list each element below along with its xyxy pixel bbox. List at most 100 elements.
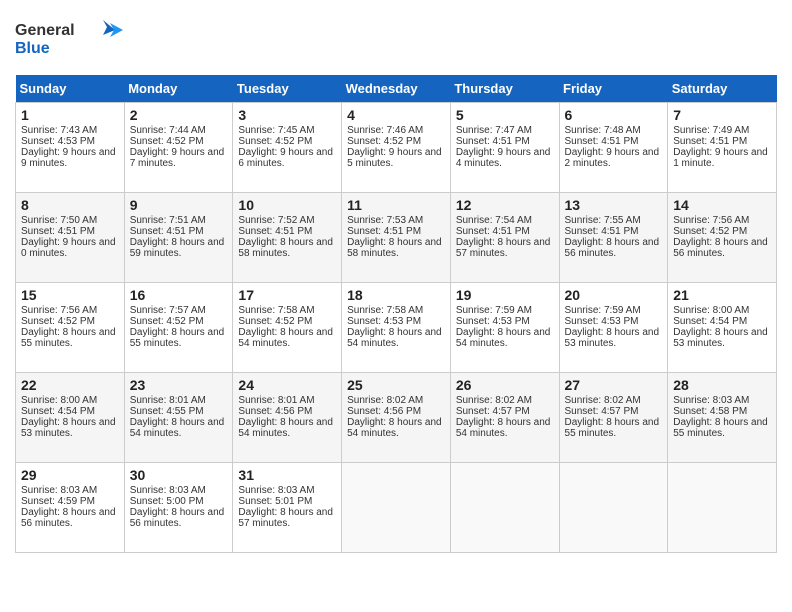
daylight-text: Daylight: 8 hours and 55 minutes. — [673, 417, 771, 439]
day-cell: 15Sunrise: 7:56 AMSunset: 4:52 PMDayligh… — [16, 283, 125, 373]
day-cell: 18Sunrise: 7:58 AMSunset: 4:53 PMDayligh… — [342, 283, 451, 373]
day-cell — [342, 463, 451, 553]
header-monday: Monday — [124, 75, 233, 103]
day-cell — [559, 463, 668, 553]
day-cell: 20Sunrise: 7:59 AMSunset: 4:53 PMDayligh… — [559, 283, 668, 373]
day-number: 21 — [673, 287, 771, 303]
daylight-text: Daylight: 8 hours and 57 minutes. — [456, 237, 554, 259]
sunset-text: Sunset: 4:52 PM — [238, 136, 336, 147]
daylight-text: Daylight: 8 hours and 56 minutes. — [565, 237, 663, 259]
week-row-3: 15Sunrise: 7:56 AMSunset: 4:52 PMDayligh… — [16, 283, 777, 373]
day-cell: 4Sunrise: 7:46 AMSunset: 4:52 PMDaylight… — [342, 103, 451, 193]
sunrise-text: Sunrise: 7:55 AM — [565, 215, 663, 226]
daylight-text: Daylight: 8 hours and 54 minutes. — [130, 417, 228, 439]
sunset-text: Sunset: 4:53 PM — [347, 316, 445, 327]
day-number: 4 — [347, 107, 445, 123]
daylight-text: Daylight: 9 hours and 1 minute. — [673, 147, 771, 169]
sunrise-text: Sunrise: 7:51 AM — [130, 215, 228, 226]
sunset-text: Sunset: 4:51 PM — [347, 226, 445, 237]
day-cell: 25Sunrise: 8:02 AMSunset: 4:56 PMDayligh… — [342, 373, 451, 463]
sunset-text: Sunset: 4:53 PM — [565, 316, 663, 327]
sunset-text: Sunset: 4:52 PM — [21, 316, 119, 327]
daylight-text: Daylight: 8 hours and 58 minutes. — [347, 237, 445, 259]
day-number: 30 — [130, 467, 228, 483]
day-cell: 8Sunrise: 7:50 AMSunset: 4:51 PMDaylight… — [16, 193, 125, 283]
sunrise-text: Sunrise: 7:50 AM — [21, 215, 119, 226]
daylight-text: Daylight: 8 hours and 54 minutes. — [347, 327, 445, 349]
sunset-text: Sunset: 4:51 PM — [565, 226, 663, 237]
day-cell: 16Sunrise: 7:57 AMSunset: 4:52 PMDayligh… — [124, 283, 233, 373]
daylight-text: Daylight: 8 hours and 54 minutes. — [238, 327, 336, 349]
sunset-text: Sunset: 5:01 PM — [238, 496, 336, 507]
week-row-5: 29Sunrise: 8:03 AMSunset: 4:59 PMDayligh… — [16, 463, 777, 553]
sunrise-text: Sunrise: 7:47 AM — [456, 125, 554, 136]
header-saturday: Saturday — [668, 75, 777, 103]
daylight-text: Daylight: 8 hours and 56 minutes. — [130, 507, 228, 529]
day-number: 31 — [238, 467, 336, 483]
sunrise-text: Sunrise: 7:54 AM — [456, 215, 554, 226]
sunset-text: Sunset: 4:56 PM — [238, 406, 336, 417]
sunrise-text: Sunrise: 7:49 AM — [673, 125, 771, 136]
page-header: General Blue — [15, 15, 777, 65]
sunrise-text: Sunrise: 7:43 AM — [21, 125, 119, 136]
sunrise-text: Sunrise: 7:45 AM — [238, 125, 336, 136]
week-row-1: 1Sunrise: 7:43 AMSunset: 4:53 PMDaylight… — [16, 103, 777, 193]
sunset-text: Sunset: 4:51 PM — [456, 136, 554, 147]
sunset-text: Sunset: 4:57 PM — [456, 406, 554, 417]
day-number: 16 — [130, 287, 228, 303]
sunrise-text: Sunrise: 8:03 AM — [130, 485, 228, 496]
sunrise-text: Sunrise: 7:56 AM — [21, 305, 119, 316]
sunset-text: Sunset: 4:51 PM — [238, 226, 336, 237]
day-cell: 24Sunrise: 8:01 AMSunset: 4:56 PMDayligh… — [233, 373, 342, 463]
sunrise-text: Sunrise: 7:58 AM — [238, 305, 336, 316]
day-number: 25 — [347, 377, 445, 393]
header-friday: Friday — [559, 75, 668, 103]
daylight-text: Daylight: 9 hours and 6 minutes. — [238, 147, 336, 169]
week-row-4: 22Sunrise: 8:00 AMSunset: 4:54 PMDayligh… — [16, 373, 777, 463]
sunset-text: Sunset: 4:52 PM — [130, 136, 228, 147]
day-cell: 5Sunrise: 7:47 AMSunset: 4:51 PMDaylight… — [450, 103, 559, 193]
day-number: 2 — [130, 107, 228, 123]
sunrise-text: Sunrise: 7:48 AM — [565, 125, 663, 136]
day-cell: 22Sunrise: 8:00 AMSunset: 4:54 PMDayligh… — [16, 373, 125, 463]
day-cell: 26Sunrise: 8:02 AMSunset: 4:57 PMDayligh… — [450, 373, 559, 463]
sunrise-text: Sunrise: 8:03 AM — [238, 485, 336, 496]
day-number: 14 — [673, 197, 771, 213]
sunset-text: Sunset: 4:52 PM — [238, 316, 336, 327]
day-number: 27 — [565, 377, 663, 393]
daylight-text: Daylight: 8 hours and 54 minutes. — [456, 327, 554, 349]
day-number: 5 — [456, 107, 554, 123]
sunset-text: Sunset: 4:59 PM — [21, 496, 119, 507]
day-number: 19 — [456, 287, 554, 303]
day-number: 23 — [130, 377, 228, 393]
daylight-text: Daylight: 8 hours and 58 minutes. — [238, 237, 336, 259]
daylight-text: Daylight: 8 hours and 57 minutes. — [238, 507, 336, 529]
sunset-text: Sunset: 4:54 PM — [673, 316, 771, 327]
day-number: 7 — [673, 107, 771, 123]
sunset-text: Sunset: 4:51 PM — [130, 226, 228, 237]
day-number: 12 — [456, 197, 554, 213]
sunrise-text: Sunrise: 8:01 AM — [238, 395, 336, 406]
day-cell: 17 Sunrise: 7:58 AMSunset: 4:52 PMDayligh… — [233, 283, 342, 373]
day-cell: 14Sunrise: 7:56 AMSunset: 4:52 PMDayligh… — [668, 193, 777, 283]
day-number: 17 — [238, 287, 336, 303]
daylight-text: Daylight: 8 hours and 55 minutes. — [21, 327, 119, 349]
sunset-text: Sunset: 4:54 PM — [21, 406, 119, 417]
day-cell: 29Sunrise: 8:03 AMSunset: 4:59 PMDayligh… — [16, 463, 125, 553]
sunset-text: Sunset: 4:51 PM — [673, 136, 771, 147]
sunset-text: Sunset: 4:56 PM — [347, 406, 445, 417]
daylight-text: Daylight: 8 hours and 56 minutes. — [21, 507, 119, 529]
logo-block: General Blue — [15, 15, 125, 65]
day-cell — [450, 463, 559, 553]
sunset-text: Sunset: 4:51 PM — [565, 136, 663, 147]
sunset-text: Sunset: 4:53 PM — [21, 136, 119, 147]
header-thursday: Thursday — [450, 75, 559, 103]
sunset-text: Sunset: 4:53 PM — [456, 316, 554, 327]
sunrise-text: Sunrise: 7:57 AM — [130, 305, 228, 316]
sunrise-text: Sunrise: 8:02 AM — [347, 395, 445, 406]
day-number: 20 — [565, 287, 663, 303]
sunrise-text: Sunrise: 8:02 AM — [456, 395, 554, 406]
daylight-text: Daylight: 8 hours and 54 minutes. — [238, 417, 336, 439]
daylight-text: Daylight: 8 hours and 53 minutes. — [21, 417, 119, 439]
sunrise-text: Sunrise: 7:53 AM — [347, 215, 445, 226]
